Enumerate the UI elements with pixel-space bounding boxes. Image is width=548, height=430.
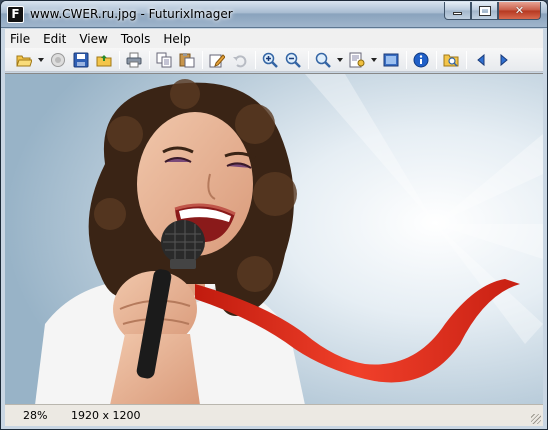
toolbar-separator	[149, 50, 150, 69]
toolbar-separator	[436, 50, 437, 69]
toolbar-separator	[466, 50, 467, 69]
toolbar-separator	[255, 50, 256, 69]
title-bar[interactable]: F www.CWER.ru.jpg - FuturixImager ✕	[1, 1, 547, 28]
resize-grip-icon[interactable]	[531, 414, 541, 424]
zoom-in-icon[interactable]	[259, 50, 281, 70]
open-dropdown-icon[interactable]	[36, 50, 46, 70]
minimize-icon	[453, 12, 462, 15]
caption-buttons: ✕	[444, 2, 541, 20]
edit-icon[interactable]	[206, 50, 228, 70]
menu-edit[interactable]: Edit	[43, 32, 66, 46]
save-icon[interactable]	[70, 50, 92, 70]
undo-icon[interactable]	[229, 50, 251, 70]
status-bar: 28% 1920 x 1200	[5, 404, 543, 426]
window-title: www.CWER.ru.jpg - FuturixImager	[30, 7, 233, 21]
stop-icon[interactable]	[47, 50, 69, 70]
toolbar-separator	[406, 50, 407, 69]
folder-up-icon[interactable]	[93, 50, 115, 70]
app-window: F www.CWER.ru.jpg - FuturixImager ✕ File…	[0, 0, 548, 430]
toolbar-separator	[202, 50, 203, 69]
menu-bar: File Edit View Tools Help	[5, 29, 543, 48]
status-dimensions: 1920 x 1200	[71, 409, 141, 422]
page-setup-dropdown-icon[interactable]	[369, 50, 379, 70]
menu-help[interactable]: Help	[163, 32, 190, 46]
zoom-dropdown-icon[interactable]	[335, 50, 345, 70]
maximize-icon	[478, 5, 491, 16]
toolbar-separator	[119, 50, 120, 69]
displayed-photo	[5, 74, 543, 404]
previous-icon[interactable]	[470, 50, 492, 70]
toolbar-separator	[308, 50, 309, 69]
copy-icon[interactable]	[153, 50, 175, 70]
menu-tools[interactable]: Tools	[121, 32, 151, 46]
print-icon[interactable]	[123, 50, 145, 70]
page-setup-icon[interactable]	[346, 50, 368, 70]
close-icon: ✕	[514, 4, 525, 17]
fullscreen-icon[interactable]	[380, 50, 402, 70]
close-button[interactable]: ✕	[498, 2, 541, 20]
menu-file[interactable]: File	[10, 32, 30, 46]
image-canvas[interactable]	[5, 73, 543, 404]
info-icon[interactable]	[410, 50, 432, 70]
minimize-button[interactable]	[444, 2, 471, 20]
app-logo-icon[interactable]: F	[7, 6, 24, 23]
next-icon[interactable]	[493, 50, 515, 70]
zoom-icon[interactable]	[312, 50, 334, 70]
toolbar	[5, 48, 543, 72]
menu-view[interactable]: View	[79, 32, 107, 46]
maximize-button[interactable]	[471, 2, 498, 20]
browse-icon[interactable]	[440, 50, 462, 70]
paste-icon[interactable]	[176, 50, 198, 70]
zoom-out-icon[interactable]	[282, 50, 304, 70]
status-zoom: 28%	[23, 409, 48, 422]
open-folder-icon[interactable]	[13, 50, 35, 70]
